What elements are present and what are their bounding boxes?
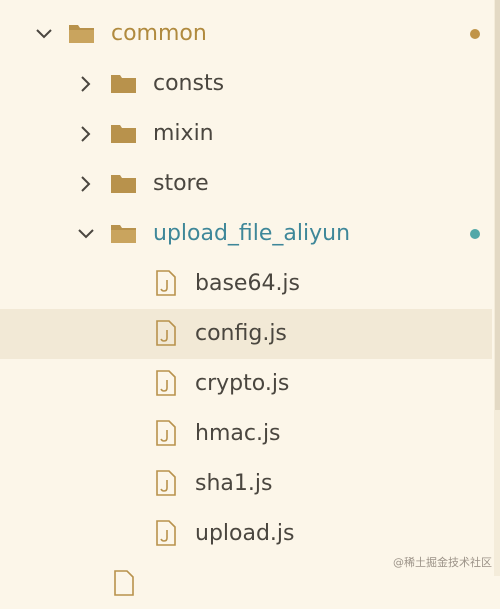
chevron-right-icon[interactable] [74, 72, 98, 96]
tree-item-label: consts [153, 71, 225, 96]
tree-file-config-js[interactable]: config.js [0, 309, 492, 359]
chevron-down-icon[interactable] [74, 222, 98, 246]
chevron-right-icon[interactable] [74, 122, 98, 146]
watermark: @稀土掘金技术社区 [393, 556, 492, 569]
js-file-icon [156, 270, 176, 296]
tree-item-label: mixin [153, 121, 214, 146]
chevron-right-icon[interactable] [74, 172, 98, 196]
modified-status-dot [470, 29, 480, 39]
folder-open-icon [111, 225, 136, 243]
js-file-icon [156, 320, 176, 346]
tree-file-hmac-js[interactable]: hmac.js [0, 409, 492, 459]
file-explorer-tree: common consts mixin store upload_file_al… [0, 0, 500, 596]
tree-folder-consts[interactable]: consts [0, 59, 492, 109]
tree-folder-upload-file-aliyun[interactable]: upload_file_aliyun [0, 209, 492, 259]
js-file-icon [156, 520, 176, 546]
tree-file-sha1-js[interactable]: sha1.js [0, 459, 492, 509]
js-file-icon [156, 420, 176, 446]
scrollbar-thumb[interactable] [495, 0, 500, 410]
tree-item-label: upload.js [195, 521, 295, 546]
chevron-down-icon[interactable] [32, 22, 56, 46]
tree-folder-mixin[interactable]: mixin [0, 109, 492, 159]
folder-icon [111, 125, 136, 143]
tree-folder-common[interactable]: common [0, 9, 492, 59]
folder-open-icon [69, 25, 94, 43]
js-file-icon [156, 370, 176, 396]
tree-item-label: hmac.js [195, 421, 281, 446]
vertical-scrollbar[interactable] [494, 0, 500, 576]
tree-file-crypto-js[interactable]: crypto.js [0, 359, 492, 409]
tree-item-label: config.js [195, 321, 287, 346]
tree-item-label: upload_file_aliyun [153, 221, 351, 246]
file-icon [114, 570, 134, 596]
folder-icon [111, 175, 136, 193]
tree-item-label: base64.js [195, 271, 301, 296]
tree-file-upload-js[interactable]: upload.js [0, 509, 492, 559]
tree-file-base64-js[interactable]: base64.js [0, 259, 492, 309]
js-file-icon [156, 470, 176, 496]
tree-item-label: sha1.js [195, 471, 273, 496]
tree-folder-store[interactable]: store [0, 159, 492, 209]
tree-item-label: common [111, 21, 207, 46]
untracked-status-dot [470, 229, 480, 239]
tree-item-label: crypto.js [195, 371, 290, 396]
tree-item-label: store [153, 171, 209, 196]
folder-icon [111, 75, 136, 93]
